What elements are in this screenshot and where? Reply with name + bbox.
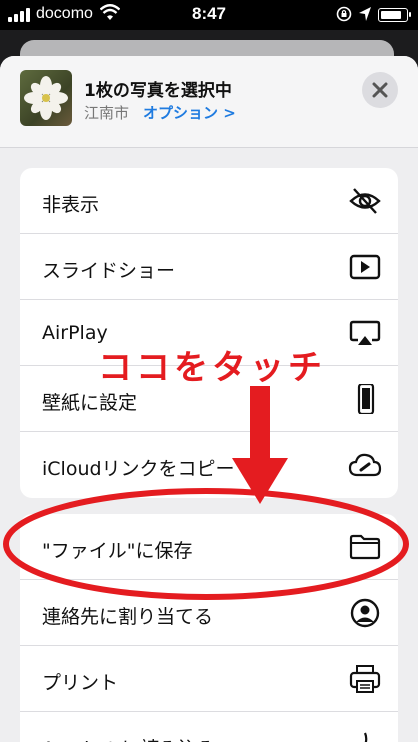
status-time: 8:47 [191,4,227,23]
phone-icon [348,384,382,414]
cloud-link-icon [348,450,382,480]
action-group-1: 非表示 スライドショー AirPlay 壁紙に設定 iCloudリンクをコピー [20,168,398,498]
hide-row[interactable]: 非表示 [20,168,398,234]
slideshow-row[interactable]: スライドショー [20,234,398,300]
printer-icon [348,664,382,694]
location-label: 江南市 [84,104,130,122]
row-label: プリント [42,672,119,694]
selection-title: 1枚の写真を選択中 [84,81,232,101]
options-link[interactable]: オプション > [143,102,236,123]
row-label: スライドショー [42,260,176,282]
play-icon [348,252,382,282]
selection-subtitle: 江南市 オプション > [84,102,236,123]
annotation-text: ココをタッチ [98,348,326,388]
row-label: 非表示 [42,194,100,216]
person-circle-icon [348,598,382,628]
assign-to-contact-row[interactable]: 連絡先に割り当てる [20,580,398,646]
orientation-lock-icon [336,6,352,22]
battery-level [381,11,401,19]
folder-icon [348,532,382,562]
location-icon [358,6,372,22]
share-header: 1枚の写真を選択中 江南市 オプション > [0,56,418,148]
save-to-files-row[interactable]: "ファイル"に保存 [20,514,398,580]
print-row[interactable]: プリント [20,646,398,712]
row-label: Acrobat に読み込み [42,734,216,742]
row-label: iCloudリンクをコピー [42,458,235,480]
close-button[interactable] [362,72,398,108]
status-bar: docomo 8:47 [0,0,418,30]
row-label: 壁紙に設定 [42,392,138,414]
share-sheet: 1枚の写真を選択中 江南市 オプション > 非表示 スライドショー AirPla… [0,56,418,742]
acrobat-icon [348,730,382,742]
copy-icloud-link-row[interactable]: iCloudリンクをコピー [20,432,398,498]
photo-thumbnail [20,70,72,126]
row-label: 連絡先に割り当てる [42,606,214,628]
eye-slash-icon [348,186,382,216]
battery-icon [378,8,411,22]
action-group-2: "ファイル"に保存 連絡先に割り当てる プリント Acrobat に読み込み [20,514,398,742]
acrobat-import-row[interactable]: Acrobat に読み込み [20,712,398,742]
row-label: "ファイル"に保存 [42,540,193,562]
airplay-icon [348,318,382,348]
